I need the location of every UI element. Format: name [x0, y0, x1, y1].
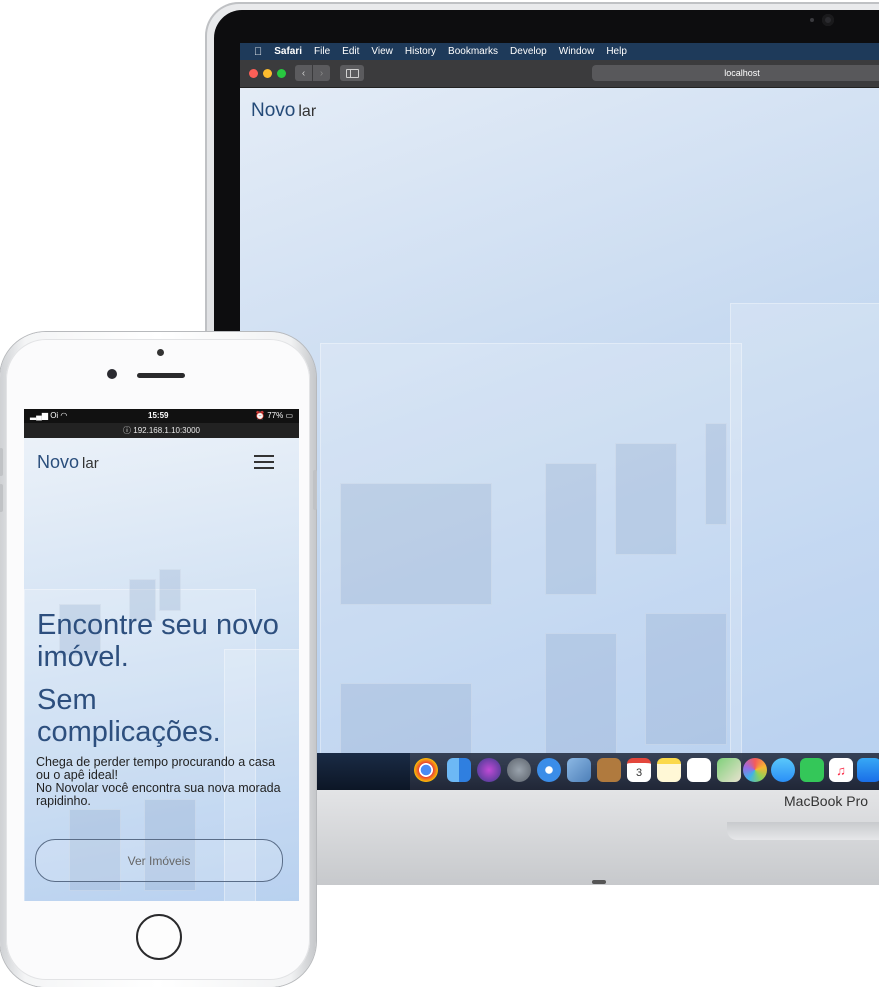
safari-icon[interactable]: [537, 758, 561, 782]
earpiece-speaker: [137, 373, 185, 378]
notes-icon[interactable]: [657, 758, 681, 782]
finder-icon[interactable]: [447, 758, 471, 782]
volume-down-button: [0, 484, 3, 512]
menu-history[interactable]: History: [405, 46, 436, 57]
power-button: [313, 470, 317, 510]
macbook-brand-label: MacBook Pro: [784, 793, 869, 809]
menu-edit[interactable]: Edit: [342, 46, 359, 57]
sidebar-toggle-button[interactable]: [340, 65, 364, 81]
mobile-status-bar: ▂▄▆ Oi ◠ 15:59 ⏰ 77% ▭: [24, 409, 299, 423]
macbook-hinge: [727, 822, 879, 840]
menu-develop[interactable]: Develop: [510, 46, 547, 57]
music-icon[interactable]: ♫: [829, 758, 853, 782]
messages-icon[interactable]: [771, 758, 795, 782]
home-button[interactable]: [136, 914, 182, 960]
info-icon: ⓘ: [123, 426, 134, 435]
logo-secondary: lar: [298, 103, 317, 120]
menu-view[interactable]: View: [371, 46, 393, 57]
site-logo[interactable]: Novo lar: [251, 100, 316, 122]
mobile-url-bar[interactable]: ⓘ 192.168.1.10:3000: [24, 423, 299, 438]
mail-icon[interactable]: [567, 758, 591, 782]
safari-toolbar: ‹ › localhost: [240, 60, 879, 88]
see-properties-button[interactable]: Ver Imóveis: [35, 839, 283, 882]
calendar-day: 3: [635, 766, 643, 779]
minimize-window-button[interactable]: [263, 69, 272, 78]
hero-body-line-1: Chega de perder tempo procurando a casa …: [36, 755, 276, 782]
macbook-camera-icon: [822, 14, 834, 26]
menu-bookmarks[interactable]: Bookmarks: [448, 46, 498, 57]
proximity-sensor: [157, 349, 164, 356]
address-text: localhost: [724, 68, 760, 78]
maps-icon[interactable]: [717, 758, 741, 782]
siri-icon[interactable]: [477, 758, 501, 782]
status-time: 15:59: [148, 411, 169, 420]
battery-indicator: ⏰ 77% ▭: [255, 411, 293, 420]
menu-help[interactable]: Help: [606, 46, 627, 57]
hero-headline-1: Encontre seu novo imóvel.: [37, 609, 279, 673]
mobile-site-logo[interactable]: Novo lar: [37, 452, 99, 473]
photos-icon[interactable]: [743, 758, 767, 782]
calendar-icon[interactable]: 3: [627, 758, 651, 782]
sidebar-icon: [345, 68, 359, 78]
zoom-window-button[interactable]: [277, 69, 286, 78]
hero-description: Chega de perder tempo procurando a casa …: [36, 756, 291, 808]
menu-file[interactable]: File: [314, 46, 330, 57]
launchpad-icon[interactable]: [507, 758, 531, 782]
hero-headline-2: Sem complicações.: [37, 684, 221, 748]
reminders-icon[interactable]: [687, 758, 711, 782]
mobile-url-text: 192.168.1.10:3000: [133, 426, 200, 435]
macbook-notch: [592, 880, 606, 884]
dock: 3 ♫: [240, 753, 879, 790]
close-window-button[interactable]: [249, 69, 258, 78]
macbook-sensor: [810, 18, 814, 22]
logo-primary: Novo: [37, 452, 80, 472]
apple-menu-icon[interactable]: : [254, 46, 262, 58]
menubar:  Safari File Edit View History Bookmark…: [240, 43, 879, 60]
macbook-screen:  Safari File Edit View History Bookmark…: [240, 43, 879, 790]
hamburger-menu-icon[interactable]: [254, 455, 274, 469]
address-bar[interactable]: localhost: [592, 65, 879, 81]
back-button[interactable]: ‹: [295, 65, 312, 81]
facetime-icon[interactable]: [800, 758, 824, 782]
app-store-icon[interactable]: [857, 758, 879, 782]
iphone-screen: ▂▄▆ Oi ◠ 15:59 ⏰ 77% ▭ ⓘ 192.168.1.10:30…: [24, 409, 299, 901]
forward-button[interactable]: ›: [313, 65, 330, 81]
menu-window[interactable]: Window: [559, 46, 595, 57]
menu-app-name[interactable]: Safari: [274, 46, 302, 57]
volume-up-button: [0, 448, 3, 476]
front-camera-icon: [107, 369, 117, 379]
contacts-icon[interactable]: [597, 758, 621, 782]
carrier-label: ▂▄▆ Oi ◠: [30, 411, 68, 420]
chrome-icon[interactable]: [414, 758, 438, 782]
hero-body-line-2: No Novolar você encontra sua nova morada…: [36, 781, 281, 808]
logo-primary: Novo: [251, 100, 296, 121]
logo-secondary: lar: [82, 455, 99, 472]
